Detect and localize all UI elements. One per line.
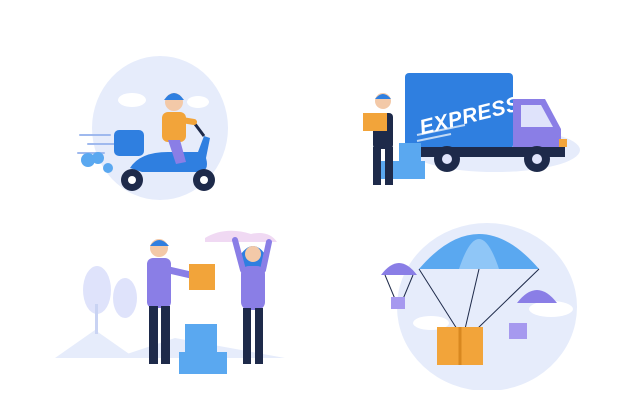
cloud <box>529 301 573 317</box>
illustration-canvas: EXPRESS <box>0 0 626 417</box>
courier-jacket <box>162 112 186 142</box>
carried-parcel <box>363 113 387 131</box>
parachute-delivery-scene <box>381 223 577 390</box>
truck-headlight <box>559 139 567 147</box>
delivery-box-on-scooter <box>114 130 144 156</box>
cloud <box>205 230 277 242</box>
cloud <box>187 96 209 108</box>
porter-worker <box>363 93 393 185</box>
express-truck-scene: EXPRESS <box>363 73 580 185</box>
small-parcel-left <box>391 297 405 309</box>
small-parcel-right <box>509 323 527 339</box>
handed-parcel <box>189 264 215 290</box>
trees <box>83 266 137 334</box>
handover-scene <box>55 230 285 374</box>
scooter-courier-scene <box>77 56 228 200</box>
cap-icon <box>375 94 391 99</box>
hill <box>55 330 135 358</box>
cloud <box>118 93 146 107</box>
customer-woman <box>232 237 272 364</box>
